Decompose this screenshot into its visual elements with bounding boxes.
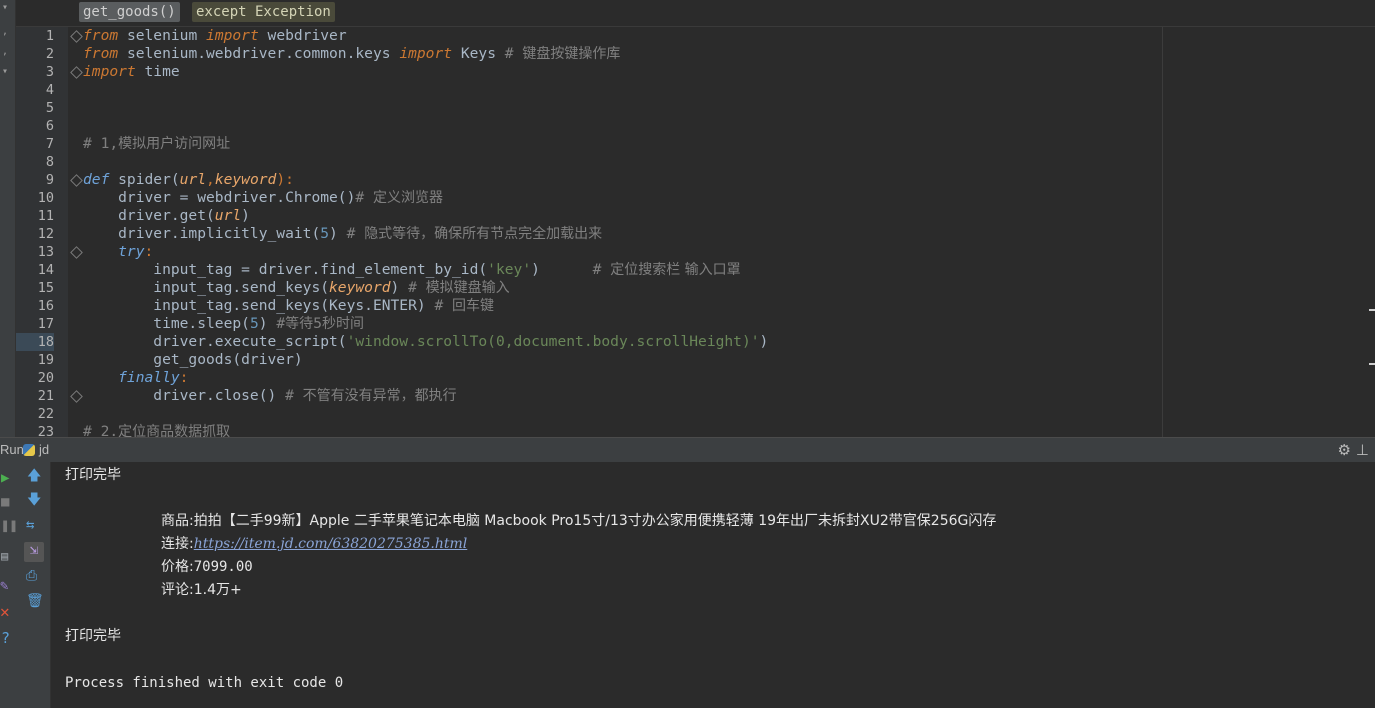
line-number[interactable]: 2 bbox=[16, 45, 54, 63]
line-number[interactable]: 8 bbox=[16, 153, 54, 171]
code-line-20: finally: bbox=[83, 369, 189, 386]
arrow-up-icon[interactable]: 🡅 bbox=[27, 468, 41, 484]
product-link[interactable]: https://item.jd.com/63820275385.html bbox=[194, 536, 468, 552]
console-product-line: 商品:拍拍【二手99新】Apple 二手苹果笔记本电脑 Macbook Pro1… bbox=[161, 513, 997, 529]
code-line-9: def spider(url,keyword): bbox=[83, 171, 294, 188]
code-line-13: try: bbox=[83, 243, 154, 260]
line-number[interactable]: 6 bbox=[16, 117, 54, 135]
stop-icon[interactable]: ■ bbox=[1, 494, 9, 510]
run-tab-label[interactable]: Run bbox=[0, 442, 24, 457]
line-number[interactable]: 15 bbox=[16, 279, 54, 297]
line-number[interactable]: 21 bbox=[16, 387, 54, 405]
code-line-11: driver.get(url) bbox=[83, 207, 250, 224]
console-link-line: 连接:https://item.jd.com/63820275385.html bbox=[161, 536, 468, 552]
breadcrumb-except[interactable]: except Exception bbox=[192, 2, 335, 22]
code-line-21: driver.close() # 不管有没有异常，都执行 bbox=[83, 387, 457, 404]
line-number[interactable]: 14 bbox=[16, 261, 54, 279]
console-line: 打印完毕 bbox=[65, 467, 121, 483]
console-output[interactable]: 打印完毕 商品:拍拍【二手99新】Apple 二手苹果笔记本电脑 Macbook… bbox=[51, 462, 1375, 708]
console-price-line: 价格:7099.00 bbox=[161, 559, 253, 575]
line-number[interactable]: 12 bbox=[16, 225, 54, 243]
strip-mark: , bbox=[2, 46, 9, 57]
close-icon[interactable]: ✕ bbox=[0, 604, 10, 620]
code-line-15: input_tag.send_keys(keyword) # 模拟键盘输入 bbox=[83, 279, 510, 296]
code-line-14: input_tag = driver.find_element_by_id('k… bbox=[83, 261, 741, 278]
trash-icon[interactable]: 🗑 bbox=[26, 593, 44, 609]
strip-mark: ▾ bbox=[2, 2, 9, 13]
code-line-17: time.sleep(5) #等待5秒时间 bbox=[83, 315, 365, 332]
right-margin-guide bbox=[1162, 27, 1163, 437]
line-number[interactable]: 19 bbox=[16, 351, 54, 369]
run-toolbar-secondary: 🡅 🡇 ⇆ ⇲ ⎙ 🗑 bbox=[18, 462, 51, 708]
line-number[interactable]: 3 bbox=[16, 63, 54, 81]
scrollbar-marker[interactable] bbox=[1369, 363, 1375, 365]
line-number[interactable]: 13 bbox=[16, 243, 54, 261]
layout-icon[interactable]: ▤ bbox=[1, 548, 8, 564]
arrow-down-icon[interactable]: 🡇 bbox=[27, 492, 41, 508]
pin-icon[interactable]: ⊥ bbox=[1356, 441, 1369, 459]
line-number[interactable]: 5 bbox=[16, 99, 54, 117]
run-config-name[interactable]: jd bbox=[39, 442, 49, 457]
code-line-18: driver.execute_script('window.scrollTo(0… bbox=[83, 333, 769, 350]
strip-mark: , bbox=[2, 26, 9, 37]
code-line-1: from selenium import webdriver bbox=[83, 27, 347, 44]
line-number[interactable]: 4 bbox=[16, 81, 54, 99]
line-number[interactable]: 7 bbox=[16, 135, 54, 153]
strip-mark: ▾ bbox=[2, 66, 9, 77]
pause-icon[interactable]: ❚❚ bbox=[1, 518, 18, 534]
plugin-icon[interactable]: ✎ bbox=[0, 578, 8, 594]
breadcrumb-function[interactable]: get_goods() bbox=[79, 2, 180, 22]
line-number[interactable]: 1 bbox=[16, 27, 54, 45]
line-number[interactable]: 11 bbox=[16, 207, 54, 225]
run-panel-header: Run jd ⚙ ⊥ bbox=[0, 437, 1375, 463]
line-number[interactable]: 20 bbox=[16, 369, 54, 387]
print-icon[interactable]: ⎙ bbox=[26, 568, 37, 584]
console-comment-line: 评论:1.4万+ bbox=[161, 582, 242, 598]
code-line-23: # 2.定位商品数据抓取 bbox=[83, 423, 231, 437]
line-number[interactable]: 17 bbox=[16, 315, 54, 333]
help-icon[interactable]: ? bbox=[1, 630, 10, 646]
gear-icon[interactable]: ⚙ bbox=[1338, 441, 1351, 459]
code-line-2: from selenium.webdriver.common.keys impo… bbox=[83, 45, 621, 62]
breadcrumb: get_goods() except Exception bbox=[16, 0, 1375, 27]
code-line-12: driver.implicitly_wait(5) # 隐式等待，确保所有节点完… bbox=[83, 225, 603, 242]
play-icon[interactable]: ▶ bbox=[1, 470, 9, 486]
code-line-19: get_goods(driver) bbox=[83, 351, 303, 368]
code-line-10: driver = webdriver.Chrome()# 定义浏览器 bbox=[83, 189, 443, 206]
code-line-16: input_tag.send_keys(Keys.ENTER) # 回车键 bbox=[83, 297, 495, 314]
python-icon bbox=[23, 444, 35, 456]
console-exit-line: Process finished with exit code 0 bbox=[65, 675, 344, 691]
line-number[interactable]: 16 bbox=[16, 297, 54, 315]
line-number-gutter: 1 2 3 4 5 6 7 8 9 10 11 12 13 14 15 16 17 18 19 20 21 22 23 bbox=[16, 27, 83, 440]
line-number[interactable]: 18 bbox=[16, 333, 54, 351]
line-number[interactable]: 10 bbox=[16, 189, 54, 207]
line-number[interactable]: 22 bbox=[16, 405, 54, 423]
code-line-3: import time bbox=[83, 63, 180, 80]
run-toolbar-primary: ▶ ■ ❚❚ ▤ ✎ ✕ ? bbox=[0, 462, 18, 708]
structure-strip: ▾ , , ▾ bbox=[0, 0, 16, 437]
code-editor[interactable]: from selenium import webdriver from sele… bbox=[68, 27, 1163, 437]
scroll-to-end-icon[interactable]: ⇲ bbox=[24, 542, 44, 562]
line-number[interactable]: 9 bbox=[16, 171, 54, 189]
console-line: 打印完毕 bbox=[65, 628, 121, 644]
soft-wrap-icon[interactable]: ⇆ bbox=[26, 517, 34, 533]
code-line-7: # 1,模拟用户访问网址 bbox=[83, 135, 231, 152]
scrollbar-marker[interactable] bbox=[1369, 309, 1375, 311]
